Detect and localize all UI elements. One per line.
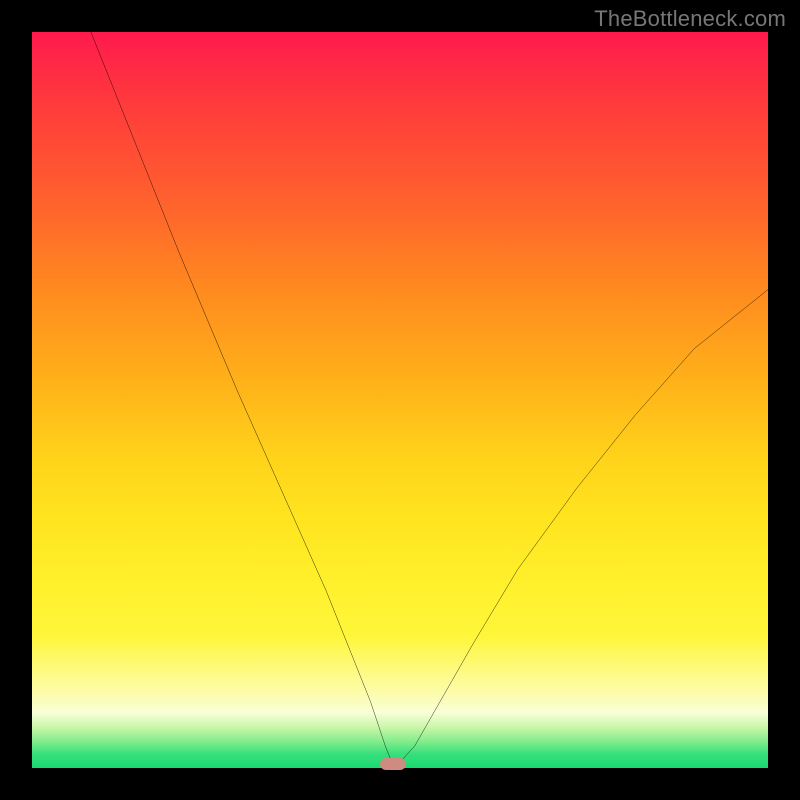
plot-area — [32, 32, 768, 768]
chart-frame: TheBottleneck.com — [0, 0, 800, 800]
watermark-text: TheBottleneck.com — [594, 6, 786, 32]
bottleneck-curve — [32, 32, 768, 768]
optimum-marker — [380, 758, 406, 770]
